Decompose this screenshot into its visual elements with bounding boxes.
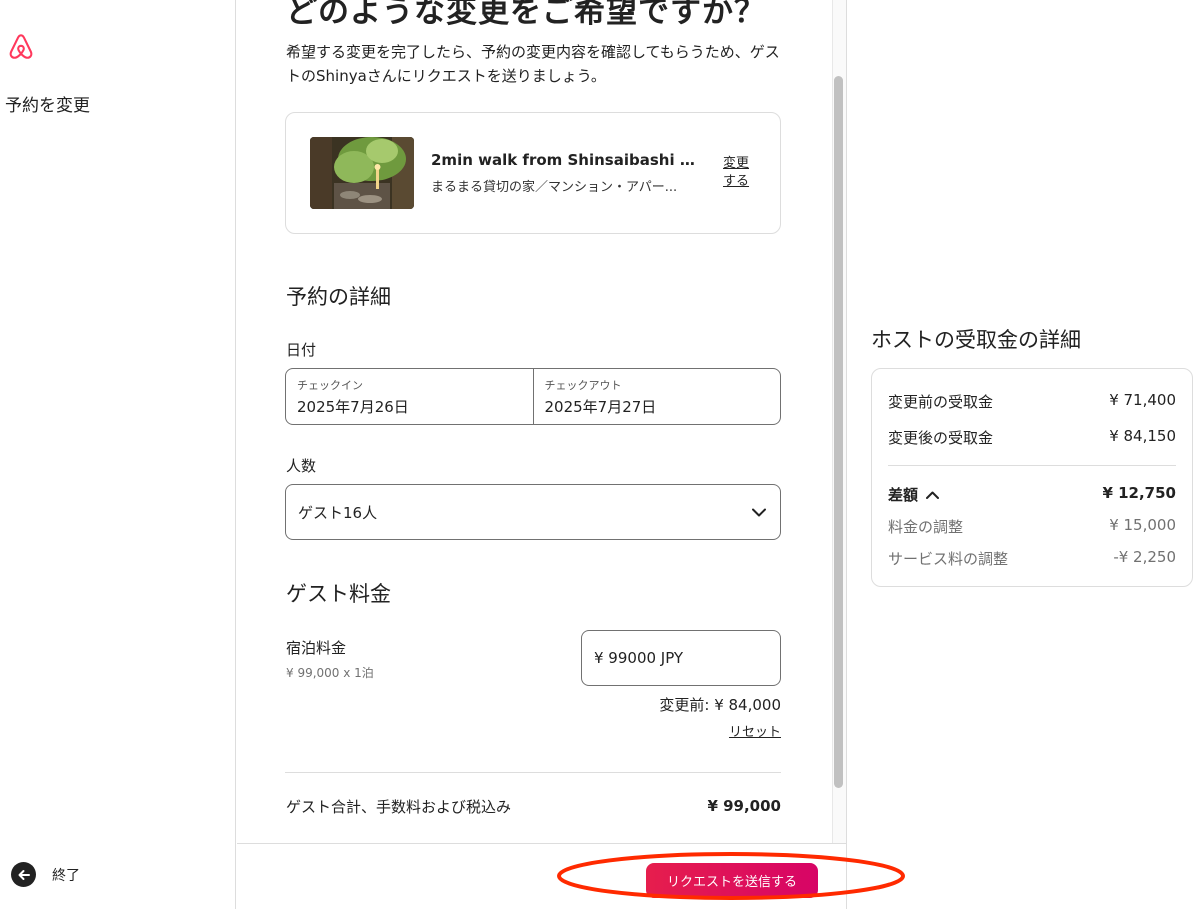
chevron-up-icon[interactable] — [926, 491, 940, 499]
guests-label: 人数 — [286, 457, 317, 475]
left-sidebar: 予約を変更 終了 — [0, 0, 236, 909]
divider — [285, 772, 781, 773]
guests-select[interactable]: ゲスト16人 — [285, 484, 781, 540]
payout-before-row: 変更前の受取金 ¥ 71,400 — [888, 391, 1176, 412]
guests-value: ゲスト16人 — [298, 503, 378, 522]
reservation-details-heading: 予約の詳細 — [286, 285, 391, 309]
listing-card: 2min walk from Shinsaibashi Stati... まるま… — [285, 112, 781, 234]
service-adjust-label: サービス料の調整 — [888, 550, 1009, 568]
fee-adjust-value: ¥ 15,000 — [1109, 516, 1176, 534]
date-label: 日付 — [286, 341, 317, 359]
payout-before-value: ¥ 71,400 — [1109, 391, 1176, 409]
nightly-rate-breakdown: ¥ 99,000 x 1泊 — [286, 666, 374, 680]
page-title: どのような変更をご希望ですか？ — [286, 0, 766, 30]
payout-diff-label: 差額 — [888, 486, 919, 504]
fee-adjust-label: 料金の調整 — [888, 518, 964, 536]
checkout-field[interactable]: チェックアウト 2025年7月27日 — [532, 369, 781, 424]
guest-fee-heading: ゲスト料金 — [286, 582, 391, 606]
service-adjust-row: サービス料の調整 -¥ 2,250 — [888, 548, 1176, 569]
listing-subtitle: まるまる貸切の家／マンション・アパー... — [431, 180, 678, 195]
listing-name: 2min walk from Shinsaibashi Stati... — [431, 151, 696, 169]
chevron-down-icon — [752, 508, 766, 516]
payout-before-label: 変更前の受取金 — [888, 393, 994, 411]
guest-total-label: ゲスト合計、手数料および税込み — [286, 798, 512, 816]
main-content: どのような変更をご希望ですか？ 希望する変更を完了したら、予約の変更内容を確認し… — [237, 0, 846, 843]
payout-after-label: 変更後の受取金 — [888, 429, 994, 447]
payout-after-value: ¥ 84,150 — [1109, 427, 1176, 445]
payout-card: 変更前の受取金 ¥ 71,400 変更後の受取金 ¥ 84,150 差額 ¥ 1… — [871, 368, 1193, 587]
exit-label: 終了 — [52, 867, 80, 884]
checkin-field[interactable]: チェックイン 2025年7月26日 — [286, 369, 533, 424]
intro-text: 希望する変更を完了したら、予約の変更内容を確認してもらうため、ゲストのShiny… — [286, 43, 780, 85]
payout-diff-value: ¥ 12,750 — [1102, 484, 1176, 502]
nightly-rate-label: 宿泊料金 — [286, 639, 347, 657]
fee-adjust-row: 料金の調整 ¥ 15,000 — [888, 516, 1176, 537]
listing-thumbnail — [310, 137, 414, 209]
exit-button[interactable]: 終了 — [11, 862, 80, 887]
payout-diff-row[interactable]: 差額 ¥ 12,750 — [888, 484, 1176, 505]
footer-bar: リクエストを送信する — [237, 843, 846, 909]
send-request-button[interactable]: リクエストを送信する — [646, 863, 818, 898]
nightly-price-input[interactable] — [581, 630, 781, 686]
change-listing-link[interactable]: 変更する — [723, 155, 755, 191]
payout-after-row: 変更後の受取金 ¥ 84,150 — [888, 427, 1176, 448]
scrollbar-thumb[interactable] — [834, 76, 843, 788]
date-picker: チェックイン 2025年7月26日 チェックアウト 2025年7月27日 — [285, 368, 781, 425]
checkout-value: 2025年7月27日 — [544, 398, 657, 416]
sidebar-title: 予約を変更 — [5, 96, 90, 116]
checkin-caption: チェックイン — [297, 379, 363, 392]
panel-divider — [846, 0, 847, 909]
payout-details-heading: ホストの受取金の詳細 — [871, 328, 1081, 352]
checkin-value: 2025年7月26日 — [297, 398, 409, 416]
checkout-caption: チェックアウト — [544, 379, 622, 392]
divider — [888, 465, 1176, 466]
guest-total-value: ¥ 99,000 — [707, 797, 781, 815]
previous-price: 変更前: ¥ 84,000 — [659, 696, 781, 714]
arrow-left-icon — [11, 862, 36, 887]
airbnb-logo[interactable] — [6, 32, 36, 62]
service-adjust-value: -¥ 2,250 — [1113, 548, 1176, 566]
reset-link[interactable]: リセット — [729, 721, 781, 740]
